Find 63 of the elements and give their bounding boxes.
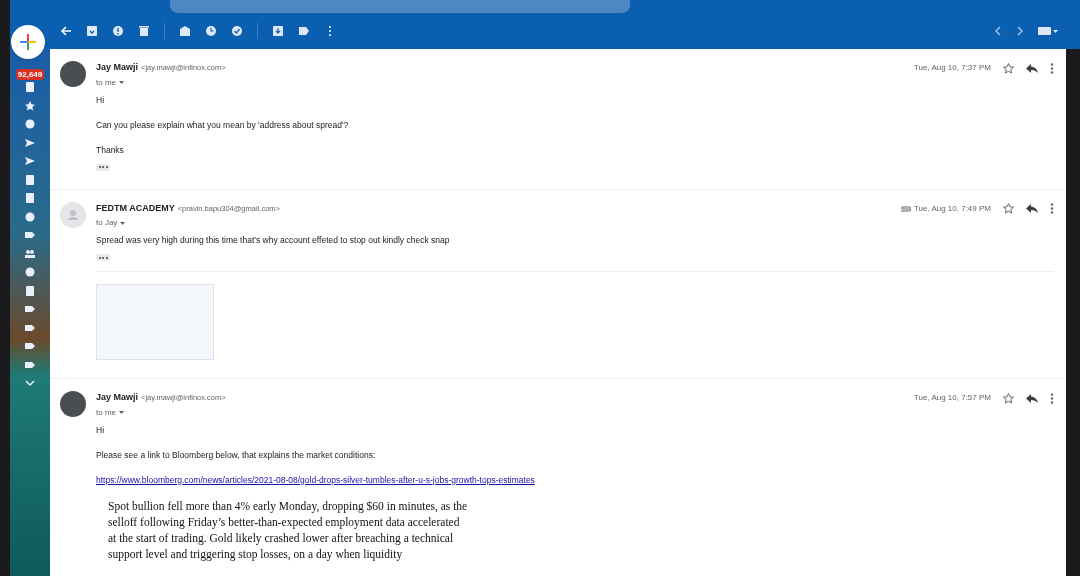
trash-icon[interactable] xyxy=(138,25,150,37)
search-field[interactable] xyxy=(170,0,630,13)
document-icon[interactable] xyxy=(25,174,35,185)
message-text: Thanks xyxy=(96,144,125,156)
next-icon[interactable] xyxy=(1016,26,1024,36)
compose-button[interactable] xyxy=(11,25,45,59)
previous-icon[interactable] xyxy=(994,26,1002,36)
label-icon[interactable] xyxy=(25,322,35,333)
clock-icon[interactable] xyxy=(205,25,217,37)
unread-count: 92,649 xyxy=(15,69,45,80)
reply-icon[interactable] xyxy=(1026,63,1038,73)
caret-icon xyxy=(119,81,124,84)
task-icon[interactable] xyxy=(231,25,243,37)
clock-icon[interactable] xyxy=(25,119,35,129)
sender-name: Jay Mawji xyxy=(96,391,139,404)
more-icon[interactable] xyxy=(1050,392,1054,404)
star-icon[interactable] xyxy=(1003,203,1014,214)
info-icon[interactable] xyxy=(25,267,35,277)
recipient-dropdown[interactable]: to me xyxy=(96,406,226,419)
message-text: Hi xyxy=(96,94,106,106)
quoted-article-text: Spot bullion fell more than 4% early Monday, dropping $60 in minutes, as the selloff following Friday’s better-than-expected employment data accelerated at the start of trading. Gold likely crashed lower after breaching a technical support level and triggering stop losses, on a day when liquidity xyxy=(108,498,468,562)
more-icon[interactable] xyxy=(1050,203,1054,214)
chevron-down-icon[interactable] xyxy=(25,378,35,388)
reply-icon[interactable] xyxy=(1026,204,1038,213)
inbox-icon[interactable] xyxy=(25,82,35,92)
show-trimmed-content-button[interactable] xyxy=(96,163,110,171)
label-icon[interactable] xyxy=(298,25,310,37)
star-icon[interactable] xyxy=(1003,62,1014,74)
show-trimmed-content-button[interactable] xyxy=(96,254,110,261)
star-icon[interactable] xyxy=(25,100,35,111)
spam-icon[interactable] xyxy=(112,25,124,37)
label-icon[interactable] xyxy=(25,359,35,370)
message-date: Tue, Aug 10, 7:57 PM xyxy=(913,392,991,404)
label-icon[interactable] xyxy=(25,230,35,240)
label-icon[interactable] xyxy=(25,341,35,351)
message-date: Tue, Aug 10, 7:49 PM xyxy=(913,202,991,215)
message-text: Spread was very high during this time that's why account effeted to stop out kindly check snap xyxy=(96,235,451,246)
caret-icon xyxy=(120,221,126,225)
article-link[interactable]: https://www.bloomberg.com/news/articles/2021-08-08/gold-drops-silver-tumbles-after-u-s-jobs-growth-tops-estimates xyxy=(96,474,535,486)
recipient-dropdown[interactable]: to Jay xyxy=(96,217,280,229)
sender-name: Jay Mawji xyxy=(96,61,139,74)
people-icon[interactable] xyxy=(25,248,35,259)
recipient-dropdown[interactable]: to me xyxy=(96,76,226,89)
archive-icon[interactable] xyxy=(86,25,98,37)
star-icon[interactable] xyxy=(1003,392,1014,404)
caret-icon xyxy=(119,411,124,414)
alert-icon[interactable] xyxy=(25,211,35,222)
back-icon[interactable] xyxy=(60,25,72,37)
plus-icon xyxy=(20,34,36,50)
more-icon[interactable] xyxy=(1050,62,1054,74)
message-date: Tue, Aug 10, 7:37 PM xyxy=(913,62,991,74)
tag-icon[interactable] xyxy=(25,304,35,314)
message-text: Please see a link to Bloomberg below, that explains the market conditions: xyxy=(96,449,377,461)
send-icon[interactable] xyxy=(25,156,35,166)
person-icon xyxy=(68,209,78,220)
reply-icon[interactable] xyxy=(1026,393,1038,403)
message-text: Hi xyxy=(96,424,106,436)
sender-name: FEDTM ACADEMY xyxy=(96,201,175,215)
keyboard-icon[interactable] xyxy=(1038,26,1058,36)
message-text: Can you please explain what you mean by 'address about spread'? xyxy=(96,119,350,131)
send-icon[interactable] xyxy=(25,137,35,148)
document-icon[interactable] xyxy=(25,193,35,203)
move-icon[interactable] xyxy=(272,25,284,37)
